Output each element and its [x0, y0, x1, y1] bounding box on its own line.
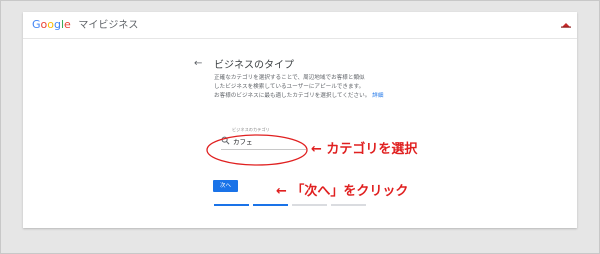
annotation-click-next: ← 「次へ」をクリック	[276, 184, 409, 199]
next-button[interactable]: 次へ	[213, 180, 238, 192]
description-line: したビジネスを検索しているユーザーにアピールできます。	[214, 84, 365, 90]
logo-letter: G	[32, 18, 41, 31]
description-text: お客様のビジネスに最も適したカテゴリを選択してください。	[214, 93, 371, 99]
step-progress	[214, 204, 368, 207]
app-window: Google マイビジネス ← ビジネスのタイプ 正確なカテゴリを選択することで…	[23, 12, 577, 228]
logo-letter: g	[54, 18, 61, 31]
progress-segment	[214, 204, 249, 206]
description-line: 正確なカテゴリを選択することで、周辺地域でお客様と類似	[214, 75, 365, 81]
google-my-business-logo[interactable]: Google マイビジネス	[32, 18, 138, 32]
annotation-select-category: ← カテゴリを選択	[311, 142, 418, 157]
highlight-ellipse	[206, 134, 308, 166]
progress-segment	[292, 204, 327, 206]
progress-segment	[331, 204, 366, 206]
logo-letter: e	[64, 18, 71, 31]
progress-segment	[253, 204, 288, 206]
page-description: 正確なカテゴリを選択することで、周辺地域でお客様と類似 したビジネスを検索してい…	[214, 74, 419, 101]
page-title: ビジネスのタイプ	[214, 60, 294, 71]
logo-letter: o	[47, 18, 54, 31]
detail-link[interactable]: 詳細	[372, 93, 383, 99]
back-arrow-icon[interactable]: ←	[194, 59, 202, 69]
product-name: マイビジネス	[78, 20, 139, 31]
hat-icon[interactable]	[561, 22, 571, 28]
description-line: お客様のビジネスに最も適したカテゴリを選択してください。 詳細	[214, 92, 419, 101]
top-bar: Google マイビジネス	[23, 12, 577, 39]
